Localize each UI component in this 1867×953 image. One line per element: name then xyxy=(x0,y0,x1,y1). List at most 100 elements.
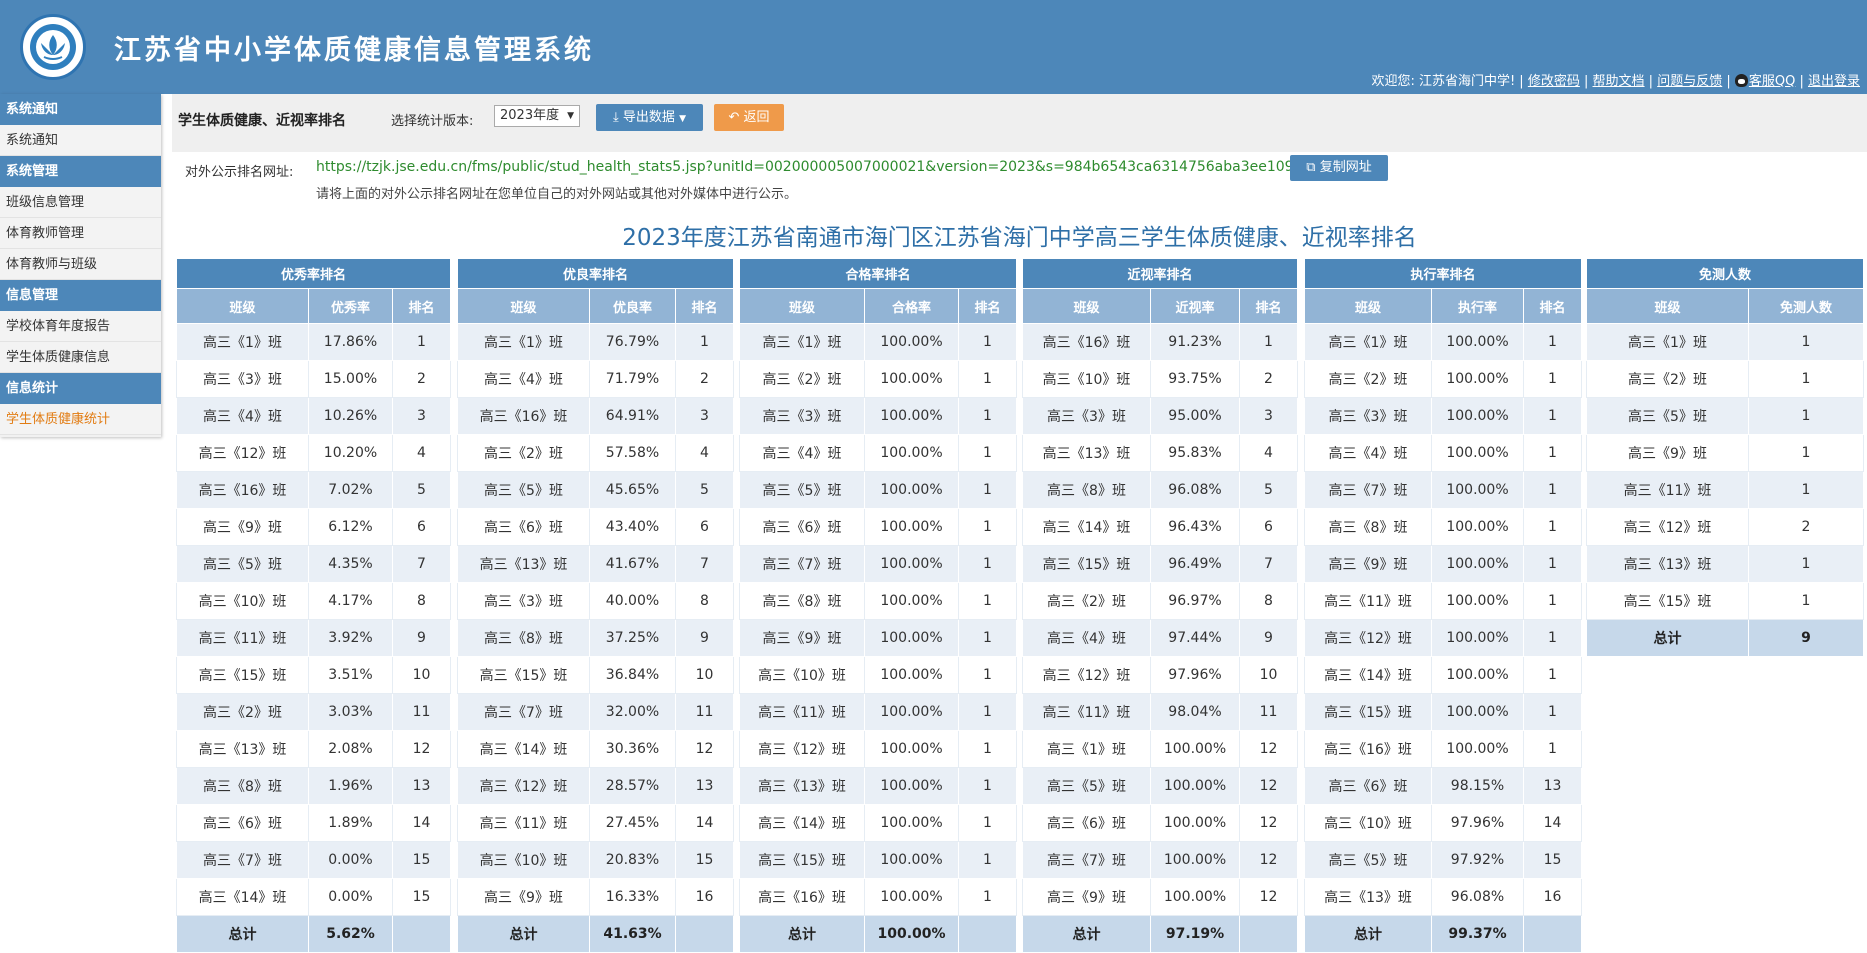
table-cell: 7 xyxy=(1239,545,1298,583)
table-cell: 6 xyxy=(675,508,734,546)
table-cell: 96.43% xyxy=(1150,508,1240,546)
table-cell: 高三《14》班 xyxy=(1304,656,1432,694)
sidebar-item-notice[interactable]: 系统通知 xyxy=(0,125,161,156)
table-cell: 1 xyxy=(958,397,1017,435)
table-caption: 免测人数 xyxy=(1586,258,1864,289)
table-cell: 1 xyxy=(1748,545,1864,583)
table-cell: 100.00% xyxy=(1150,767,1240,805)
back-button[interactable]: ↶ 返回 xyxy=(714,104,784,131)
table-row: 高三《3》班 15.00% 2 xyxy=(176,360,451,398)
table-cell: 96.08% xyxy=(1431,878,1524,916)
table-row: 高三《13》班 96.08% 16 xyxy=(1304,878,1582,916)
table-cell: 1 xyxy=(958,767,1017,805)
table-cell: 高三《2》班 xyxy=(1586,360,1749,398)
total-cell: 5.62% xyxy=(308,915,393,953)
table-caption: 合格率排名 xyxy=(739,258,1017,289)
table-cell: 36.84% xyxy=(589,656,676,694)
sidebar-group-info[interactable]: 信息管理 xyxy=(0,280,161,311)
table-cell: 高三《5》班 xyxy=(1304,841,1432,879)
table-cell: 1.89% xyxy=(308,804,393,842)
table-cell: 6 xyxy=(1239,508,1298,546)
table-cell: 12 xyxy=(1239,878,1298,916)
column-header: 优良率 xyxy=(589,288,676,324)
version-select[interactable]: 2023年度 ▼ xyxy=(494,105,580,127)
table-row: 高三《6》班 100.00% 12 xyxy=(1022,804,1298,842)
table-cell: 1 xyxy=(1523,730,1582,768)
table-cell: 20.83% xyxy=(589,841,676,879)
table-cell: 1 xyxy=(1523,471,1582,509)
sidebar-item-health-info[interactable]: 学生体质健康信息 xyxy=(0,342,161,373)
table-row: 高三《10》班 20.83% 15 xyxy=(457,841,734,879)
logout-link[interactable]: 退出登录 xyxy=(1808,74,1860,89)
table-row: 高三《2》班 57.58% 4 xyxy=(457,434,734,472)
table-cell: 1 xyxy=(958,323,1017,361)
table-row: 高三《5》班 45.65% 5 xyxy=(457,471,734,509)
sidebar-group-notice[interactable]: 系统通知 xyxy=(0,94,161,125)
table-cell: 高三《13》班 xyxy=(739,767,865,805)
app-title: 江苏省中小学体质健康信息管理系统 xyxy=(114,35,594,66)
table-cell: 97.92% xyxy=(1431,841,1524,879)
table-cell: 9 xyxy=(1239,619,1298,657)
ranking-table: 合格率排名 班级 合格率 排名 高三《1》班 100.00% 1 高三《2》班 100.00% 1… xyxy=(739,258,1017,953)
table-cell: 高三《4》班 xyxy=(739,434,865,472)
table-row: 高三《6》班 100.00% 1 xyxy=(739,508,1017,546)
copy-url-button[interactable]: ⧉ 复制网址 xyxy=(1290,155,1388,181)
table-cell: 7 xyxy=(392,545,451,583)
table-row: 高三《7》班 32.00% 11 xyxy=(457,693,734,731)
ranking-table: 近视率排名 班级 近视率 排名 高三《16》班 91.23% 1 高三《10》班 93.75% 2… xyxy=(1022,258,1298,953)
table-row: 高三《5》班 97.92% 15 xyxy=(1304,841,1582,879)
public-url-hint: 请将上面的对外公示排名网址在您单位自己的对外网站或其他对外媒体中进行公示。 xyxy=(316,187,798,202)
table-cell: 100.00% xyxy=(864,582,959,620)
table-cell: 76.79% xyxy=(589,323,676,361)
column-header: 班级 xyxy=(1586,288,1749,324)
table-cell: 15 xyxy=(392,878,451,916)
table-row: 高三《3》班 100.00% 1 xyxy=(739,397,1017,435)
public-url-text[interactable]: https://tzjk.jse.edu.cn/fms/public/stud_… xyxy=(316,159,1347,175)
table-row: 高三《11》班 98.04% 11 xyxy=(1022,693,1298,731)
table-cell: 高三《8》班 xyxy=(1304,508,1432,546)
table-row: 高三《15》班 100.00% 1 xyxy=(1304,693,1582,731)
table-row: 高三《4》班 97.44% 9 xyxy=(1022,619,1298,657)
table-row: 高三《2》班 96.97% 8 xyxy=(1022,582,1298,620)
table-cell: 1 xyxy=(1523,656,1582,694)
table-row: 高三《6》班 98.15% 13 xyxy=(1304,767,1582,805)
sidebar-item-health-stats[interactable]: 学生体质健康统计 xyxy=(0,404,161,435)
table-row: 高三《13》班 95.83% 4 xyxy=(1022,434,1298,472)
total-cell: 总计 xyxy=(457,915,590,953)
table-row: 高三《10》班 93.75% 2 xyxy=(1022,360,1298,398)
total-row: 总计 41.63% xyxy=(457,915,734,953)
table-cell: 高三《15》班 xyxy=(1022,545,1151,583)
table-cell: 100.00% xyxy=(1431,434,1524,472)
table-cell: 高三《12》班 xyxy=(739,730,865,768)
table-row: 高三《1》班 76.79% 1 xyxy=(457,323,734,361)
feedback-link[interactable]: 问题与反馈 xyxy=(1657,74,1722,89)
table-row: 高三《8》班 96.08% 5 xyxy=(1022,471,1298,509)
sidebar-item-class-info[interactable]: 班级信息管理 xyxy=(0,187,161,218)
table-row: 高三《15》班 96.49% 7 xyxy=(1022,545,1298,583)
export-data-button[interactable]: ⤓ 导出数据 ▼ xyxy=(596,104,703,131)
table-row: 高三《7》班 100.00% 1 xyxy=(739,545,1017,583)
welcome-text: 欢迎您: 江苏省海门中学! | xyxy=(1371,74,1524,89)
sidebar-item-teacher-class[interactable]: 体育教师与班级 xyxy=(0,249,161,280)
table-row: 高三《8》班 100.00% 1 xyxy=(1304,508,1582,546)
change-password-link[interactable]: 修改密码 xyxy=(1528,74,1580,89)
table-cell: 100.00% xyxy=(1431,508,1524,546)
sidebar-item-annual-report[interactable]: 学校体育年度报告 xyxy=(0,311,161,342)
table-cell: 8 xyxy=(675,582,734,620)
table-row: 高三《8》班 37.25% 9 xyxy=(457,619,734,657)
table-cell: 2.08% xyxy=(308,730,393,768)
table-cell: 高三《10》班 xyxy=(1022,360,1151,398)
total-cell: 总计 xyxy=(739,915,865,953)
table-row: 高三《4》班 100.00% 1 xyxy=(739,434,1017,472)
qq-support-link[interactable]: 客服QQ xyxy=(1749,74,1795,89)
help-docs-link[interactable]: 帮助文档 xyxy=(1593,74,1645,89)
table-cell: 100.00% xyxy=(1431,730,1524,768)
table-cell: 高三《12》班 xyxy=(176,434,309,472)
table-cell: 高三《15》班 xyxy=(176,656,309,694)
sidebar-item-teachers[interactable]: 体育教师管理 xyxy=(0,218,161,249)
table-cell: 1.96% xyxy=(308,767,393,805)
sidebar-group-stats[interactable]: 信息统计 xyxy=(0,373,161,404)
sidebar-group-system[interactable]: 系统管理 xyxy=(0,156,161,187)
user-links: 欢迎您: 江苏省海门中学! | 修改密码 | 帮助文档 | 问题与反馈 | 客服… xyxy=(1371,74,1860,89)
table-cell: 高三《1》班 xyxy=(1586,323,1749,361)
